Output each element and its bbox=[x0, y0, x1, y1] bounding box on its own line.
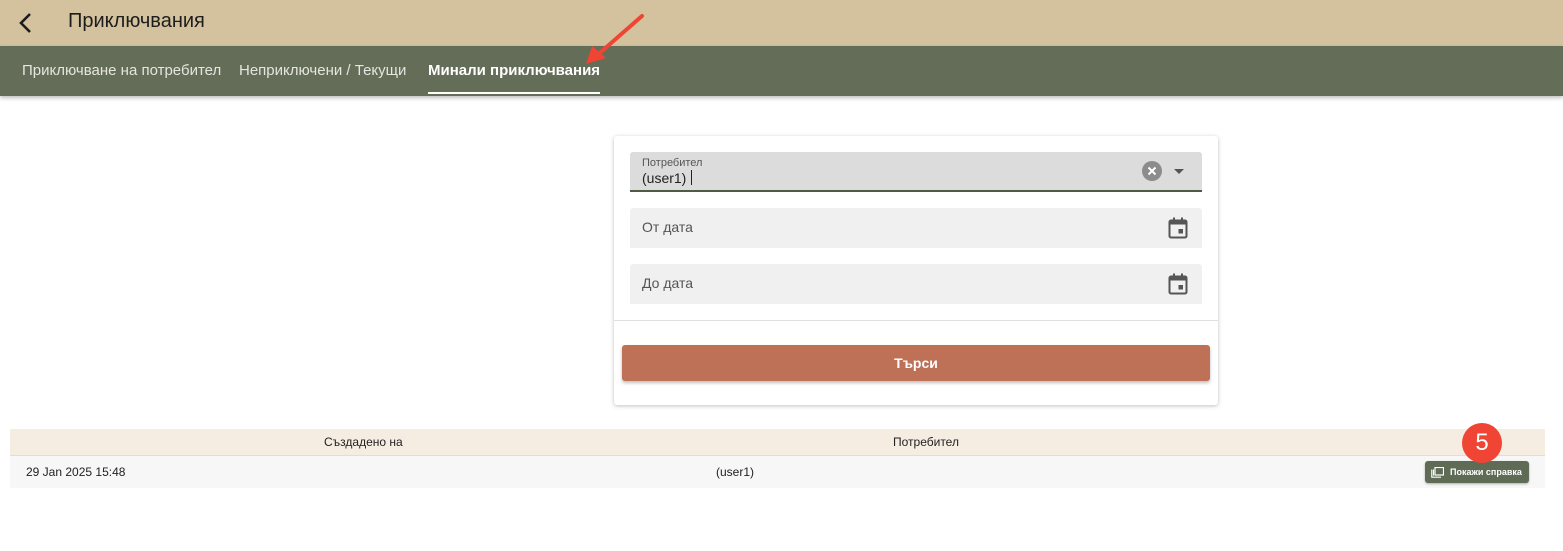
table-header: Създадено на Потребител bbox=[10, 429, 1545, 456]
search-button[interactable]: Търси bbox=[622, 345, 1210, 381]
tab-past-closings[interactable]: Минали приключвания bbox=[428, 46, 601, 96]
cell-user: (user1) bbox=[716, 465, 755, 479]
tab-open-current[interactable]: Неприключени / Текущи bbox=[239, 46, 406, 96]
clear-icon[interactable] bbox=[1142, 161, 1162, 181]
column-header-user: Потребител bbox=[893, 435, 959, 449]
app-header: Приключвания bbox=[0, 0, 1563, 46]
page-title: Приключвания bbox=[68, 10, 205, 32]
calendar-icon[interactable] bbox=[1168, 273, 1188, 295]
cell-created: 29 Jan 2025 15:48 bbox=[26, 465, 126, 479]
step-number-badge: 5 bbox=[1462, 423, 1502, 463]
dropdown-arrow-icon[interactable] bbox=[1174, 169, 1184, 174]
to-date-field[interactable]: До дата bbox=[630, 264, 1202, 304]
card-divider bbox=[614, 320, 1218, 321]
report-icon bbox=[1431, 466, 1444, 478]
show-report-label: Покажи справка bbox=[1450, 467, 1522, 477]
table-row: 29 Jan 2025 15:48 (user1) Покажи справка bbox=[10, 456, 1545, 488]
results-table: Създадено на Потребител 29 Jan 2025 15:4… bbox=[10, 429, 1545, 488]
user-select-field[interactable]: Потребител (user1) bbox=[630, 152, 1202, 192]
calendar-icon[interactable] bbox=[1168, 217, 1188, 239]
show-report-button[interactable]: Покажи справка bbox=[1425, 461, 1529, 483]
tab-bar: Приключване на потребител Неприключени /… bbox=[0, 46, 1563, 96]
chevron-left-icon bbox=[19, 13, 31, 33]
tab-user-closing[interactable]: Приключване на потребител bbox=[22, 46, 221, 96]
user-field-label: Потребител bbox=[642, 157, 703, 169]
column-header-created: Създадено на bbox=[324, 435, 403, 449]
to-date-placeholder: До дата bbox=[642, 275, 694, 291]
user-field-value: (user1) bbox=[642, 170, 693, 186]
search-form-card: Потребител (user1) От дата До дата Търси bbox=[614, 136, 1218, 405]
from-date-placeholder: От дата bbox=[642, 219, 693, 235]
from-date-field[interactable]: От дата bbox=[630, 208, 1202, 248]
back-button[interactable] bbox=[12, 9, 40, 37]
